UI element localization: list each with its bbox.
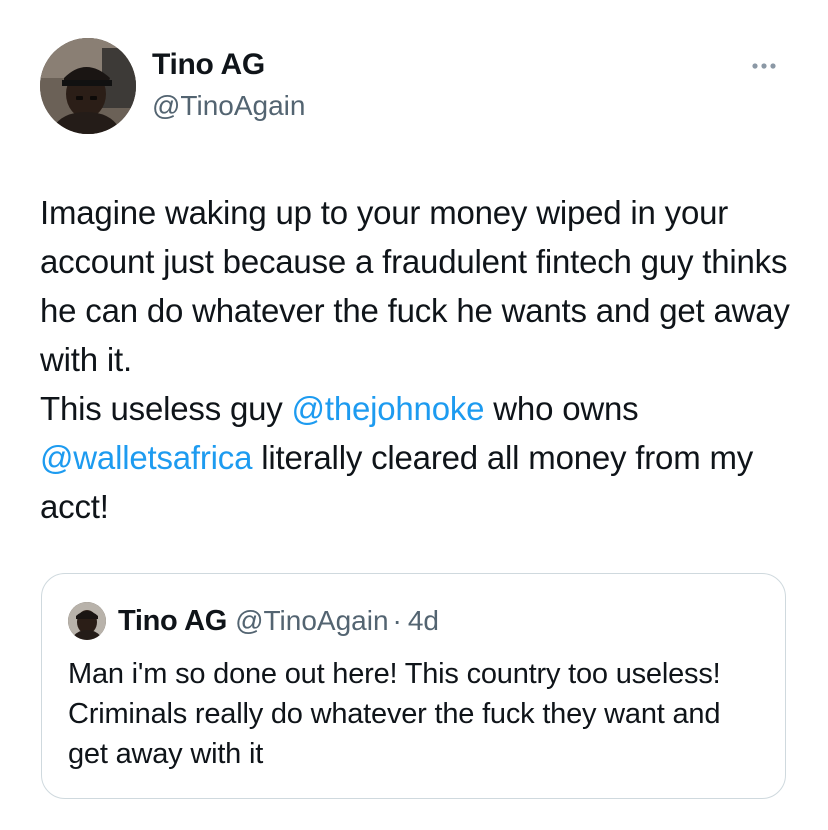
tweet-text-segment: who owns — [484, 390, 648, 427]
quoted-author-avatar[interactable] — [68, 602, 106, 640]
more-options-button[interactable] — [746, 52, 790, 80]
author-avatar[interactable] — [40, 38, 136, 134]
user-photo-avatar-icon — [40, 38, 136, 134]
user-photo-avatar-icon — [68, 602, 106, 640]
tweet-text: Imagine waking up to your money wiped in… — [40, 188, 800, 531]
mention-link[interactable]: @walletsafrica — [40, 439, 252, 476]
quoted-meta-separator: · — [392, 605, 402, 636]
quoted-tweet-card[interactable]: Tino AG @TinoAgain · 4d Man i'm so done … — [41, 573, 786, 799]
quoted-tweet-text: Man i'm so done out here! This country t… — [68, 658, 729, 770]
author-handle[interactable]: @TinoAgain — [152, 88, 305, 124]
more-options-ellipsis-icon — [752, 63, 776, 69]
author-display-name[interactable]: Tino AG — [152, 46, 265, 84]
quoted-author-display-name[interactable]: Tino AG — [118, 605, 227, 638]
quoted-tweet-header: Tino AG @TinoAgain · 4d — [68, 600, 439, 642]
quoted-author-handle[interactable]: @TinoAgain — [235, 605, 388, 637]
quoted-tweet-timestamp[interactable]: 4d — [408, 605, 439, 637]
mention-link[interactable]: @thejohnoke — [292, 390, 485, 427]
